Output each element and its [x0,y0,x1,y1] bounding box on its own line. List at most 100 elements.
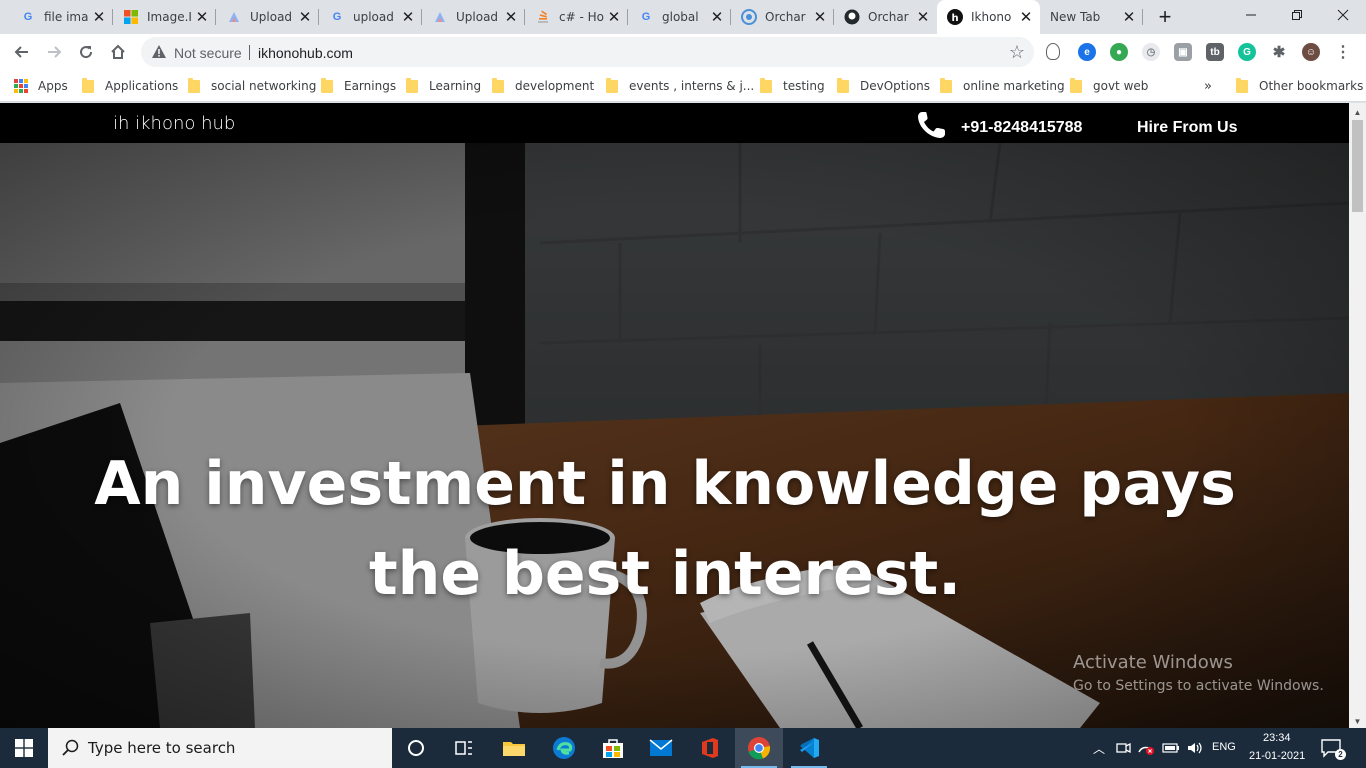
timer-extension-icon[interactable]: ◷ [1142,43,1160,61]
profile-avatar[interactable]: ☺ [1302,43,1320,61]
close-window-button[interactable] [1320,0,1366,30]
minimize-button[interactable] [1228,0,1274,30]
tab-title: global [662,10,699,24]
browser-toolbar: Not secure ikhonohub.com ☆ e ● ◷ ▣ tb G … [0,34,1366,70]
close-icon[interactable]: ✕ [297,9,313,26]
back-button[interactable] [8,38,36,66]
taskbar-search-input[interactable]: Type here to search [48,728,392,768]
bookmark-testing[interactable]: testing [760,76,825,96]
clock-time[interactable]: 23:34 [1263,732,1291,744]
upload-icon [226,9,242,25]
notification-count-badge: 2 [1335,749,1346,760]
edge-button[interactable] [540,728,588,768]
show-hidden-icons-chevron-up-icon[interactable]: ︿ [1089,738,1109,758]
chrome-button[interactable] [735,728,783,768]
tab-7[interactable]: Orchar ✕ [731,0,834,34]
bookmark-online-marketing[interactable]: online marketing [940,76,1065,96]
tab-9-active[interactable]: h Ikhono ✕ [937,0,1040,34]
bookmark-development[interactable]: development [492,76,594,96]
activate-windows-subtitle: Go to Settings to activate Windows. [1073,678,1324,694]
bookmark-applications[interactable]: Applications [82,76,178,96]
tab-8[interactable]: Orchar ✕ [834,0,937,34]
bookmark-learning[interactable]: Learning [406,76,481,96]
home-button[interactable] [104,38,132,66]
tab-3[interactable]: G upload ✕ [319,0,422,34]
address-bar[interactable]: Not secure ikhonohub.com ☆ [141,37,1034,67]
tab-title: file ima [44,10,89,24]
puzzle-extensions-icon[interactable]: ✱ [1270,43,1288,61]
close-icon[interactable]: ✕ [812,9,828,26]
image-extension-icon[interactable]: ▣ [1174,43,1192,61]
edge-extension-icon[interactable]: e [1078,43,1096,61]
close-icon[interactable]: ✕ [606,9,622,26]
reload-button[interactable] [72,38,100,66]
bookmark-label: social networking [211,79,317,93]
forward-button[interactable] [40,38,68,66]
bookmark-social-networking[interactable]: social networking [188,76,316,96]
tab-6[interactable]: G global ✕ [628,0,731,34]
scroll-down-arrow-icon[interactable]: ▼ [1349,716,1366,726]
phone-number[interactable]: +91-8248415788 [961,119,1082,137]
globe-extension-icon[interactable]: ● [1110,43,1128,61]
tab-10[interactable]: New Tab ✕ [1040,0,1143,34]
file-explorer-button[interactable] [490,728,538,768]
edge-icon [553,737,575,759]
meet-now-icon[interactable] [1113,738,1133,758]
volume-icon[interactable] [1185,738,1205,758]
task-view-button[interactable] [440,728,488,768]
security-label[interactable]: Not secure [174,45,242,61]
close-icon[interactable]: ✕ [194,9,210,26]
tb-extension-icon[interactable]: tb [1206,43,1224,61]
close-icon[interactable]: ✕ [709,9,725,26]
start-button[interactable] [0,728,48,768]
close-icon[interactable]: ✕ [91,9,107,26]
office-button[interactable] [686,728,734,768]
tab-2[interactable]: Upload ✕ [216,0,319,34]
tab-1[interactable]: Image.I ✕ [113,0,216,34]
folder-icon [406,77,418,93]
hero-background-image [0,143,1349,728]
close-icon[interactable]: ✕ [1018,9,1034,26]
tab-5[interactable]: c# - Ho ✕ [525,0,628,34]
tab-0[interactable]: G file ima ✕ [10,0,113,34]
chevron-double-right-icon[interactable]: » [1204,76,1212,96]
bookmark-apps[interactable]: Apps [14,76,68,96]
hire-from-us-link[interactable]: Hire From Us [1137,119,1237,137]
bookmark-events[interactable]: events , interns & j... [606,76,754,96]
bookmark-label: Earnings [344,79,397,93]
language-indicator[interactable]: ENG [1212,741,1236,753]
mail-button[interactable] [637,728,685,768]
url-text[interactable]: ikhonohub.com [258,45,353,61]
close-icon[interactable]: ✕ [400,9,416,26]
close-icon[interactable]: ✕ [1121,9,1137,26]
vscode-button[interactable] [785,728,833,768]
google-icon: G [641,11,651,23]
page-scrollbar[interactable]: ▲ ▼ [1349,103,1366,728]
windows-taskbar: Type here to search ︿ ENG 23:34 21-01-20… [0,728,1366,768]
arrow-left-icon [14,46,28,58]
bookmark-earnings[interactable]: Earnings [321,76,396,96]
network-disconnected-icon[interactable] [1136,738,1156,758]
more-menu-icon[interactable]: ⋮ [1334,43,1352,61]
close-icon[interactable]: ✕ [503,9,519,26]
bookmark-govt-web[interactable]: govt web [1070,76,1148,96]
scroll-thumb[interactable] [1352,120,1363,212]
scroll-up-arrow-icon[interactable]: ▲ [1349,107,1366,117]
site-logo[interactable]: ih ikhono hub [113,113,235,134]
divider [249,45,250,60]
folder-icon [1236,77,1248,93]
bookmark-devoptions[interactable]: DevOptions [837,76,930,96]
close-icon[interactable]: ✕ [915,9,931,26]
new-tab-button[interactable]: + [1152,4,1178,30]
restore-button[interactable] [1274,0,1320,30]
bookmark-star-icon[interactable]: ☆ [1009,42,1025,63]
tab-4[interactable]: Upload ✕ [422,0,525,34]
folder-explorer-icon [503,742,525,756]
cortana-button[interactable] [392,728,440,768]
store-button[interactable] [589,728,637,768]
bookmark-other-bookmarks[interactable]: Other bookmarks [1236,76,1363,96]
clock-date[interactable]: 21-01-2021 [1249,750,1305,762]
shield-extension-icon[interactable] [1046,43,1060,60]
grammarly-extension-icon[interactable]: G [1238,43,1256,61]
battery-icon[interactable] [1161,738,1181,758]
